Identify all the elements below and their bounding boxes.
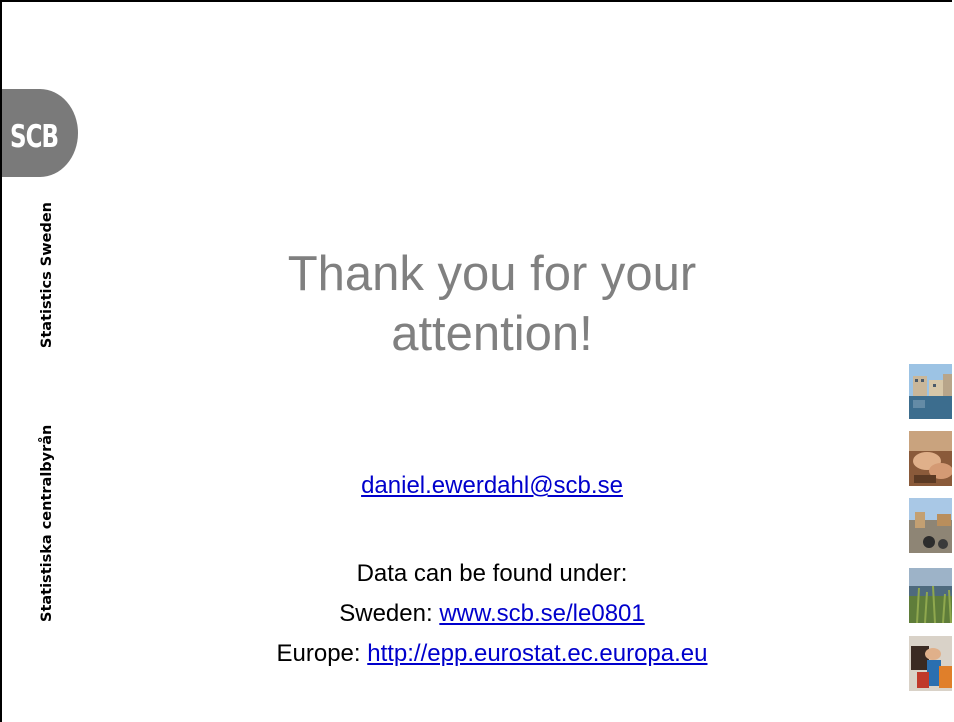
slide: SCB Statistiska centralbyrån Statistics … bbox=[0, 0, 952, 722]
email-link[interactable]: daniel.ewerdahl@scb.se bbox=[182, 472, 802, 500]
hands-photo bbox=[909, 431, 952, 486]
lake-reeds-photo bbox=[909, 568, 952, 623]
logo-text: SCB bbox=[10, 120, 59, 156]
playground-photo bbox=[909, 498, 952, 553]
data-intro: Data can be found under: bbox=[356, 560, 628, 587]
sweden-label: Sweden: bbox=[339, 600, 440, 627]
europe-link[interactable]: http://epp.eurostat.ec.europa.eu bbox=[367, 640, 707, 667]
shopping-bags-photo bbox=[909, 636, 952, 691]
side-branding: Statistiska centralbyrån Statistics Swed… bbox=[34, 202, 60, 622]
data-sources: Data can be found under: Sweden: www.scb… bbox=[152, 554, 832, 674]
europe-line: Europe: http://epp.eurostat.ec.europa.eu bbox=[152, 634, 832, 674]
brand-name-english: Statistics Sweden bbox=[39, 202, 55, 349]
sweden-line: Sweden: www.scb.se/le0801 bbox=[152, 594, 832, 634]
sweden-link[interactable]: www.scb.se/le0801 bbox=[439, 600, 644, 627]
slide-title: Thank you for your attention! bbox=[182, 244, 802, 364]
title-line-1: Thank you for your bbox=[287, 247, 697, 301]
europe-label: Europe: bbox=[276, 640, 368, 667]
title-line-2: attention! bbox=[391, 307, 593, 361]
brand-name-swedish: Statistiska centralbyrån bbox=[39, 424, 55, 622]
waterfront-photo bbox=[909, 364, 952, 419]
